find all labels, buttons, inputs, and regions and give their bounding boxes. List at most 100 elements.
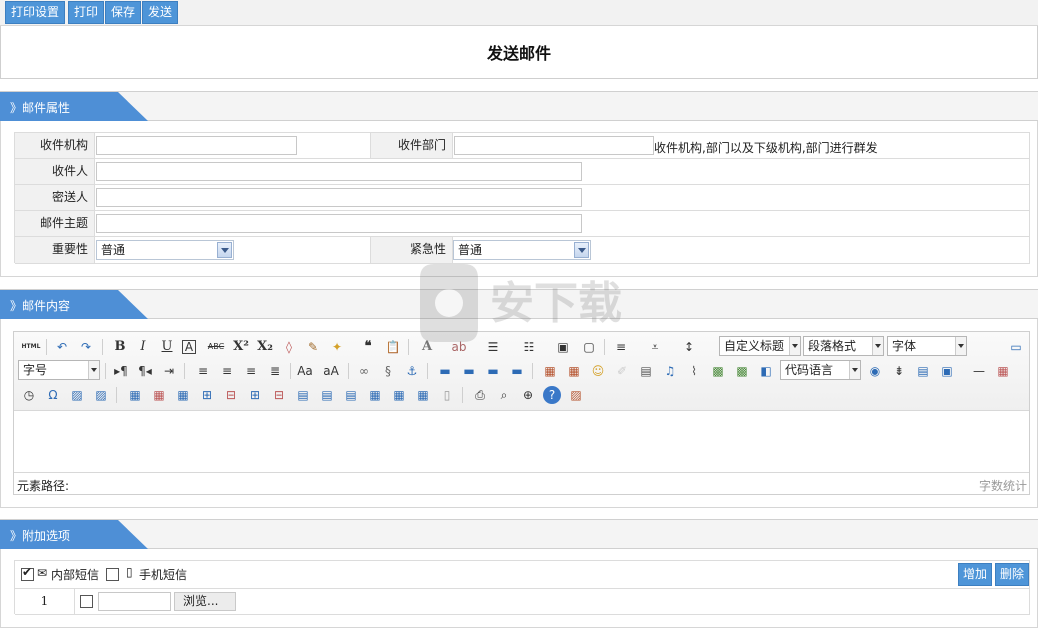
redo-icon[interactable]: ↷ xyxy=(77,338,95,356)
undo-icon[interactable]: ↶ xyxy=(53,338,71,356)
print-settings-button[interactable]: 打印设置 xyxy=(5,1,66,24)
delete-col-icon[interactable]: ⊟ xyxy=(270,386,288,404)
image-none-icon[interactable]: ▬ xyxy=(436,362,454,380)
code-language-select[interactable]: 代码语言 xyxy=(780,360,861,380)
mobile-sms-checkbox[interactable] xyxy=(106,568,119,581)
delete-table-icon[interactable]: ▦ xyxy=(150,386,168,404)
row-spacing-top-icon[interactable]: ≡ xyxy=(612,338,630,356)
save-button[interactable]: 保存 xyxy=(105,1,142,24)
link-icon[interactable]: ∞ xyxy=(355,362,373,380)
align-center-icon[interactable]: ≡ xyxy=(218,362,236,380)
subscript-icon[interactable]: X₂ xyxy=(256,338,274,356)
add-button[interactable]: 增加 xyxy=(958,563,993,586)
lowercase-icon[interactable]: aA xyxy=(322,362,340,380)
bold-icon[interactable]: B xyxy=(111,338,129,356)
attachment-icon[interactable]: ⌇ xyxy=(685,362,703,380)
importance-select[interactable]: 普通 xyxy=(96,240,234,260)
ltr-direction-icon[interactable]: ▸¶ xyxy=(112,362,130,380)
special-chars-icon[interactable]: Ω xyxy=(44,386,62,404)
bcc-input[interactable] xyxy=(96,188,582,207)
web-picture-icon[interactable]: ◉ xyxy=(866,362,884,380)
background-color-icon[interactable]: ab xyxy=(450,338,468,356)
superscript-icon[interactable]: X² xyxy=(232,338,250,356)
date-icon[interactable]: ▦ xyxy=(994,362,1012,380)
help-icon[interactable]: ? xyxy=(543,386,561,404)
paragraph-format-select[interactable]: 段落格式 xyxy=(803,336,884,356)
internal-sms-checkbox[interactable]: ✔ xyxy=(21,565,34,581)
file-path-input[interactable] xyxy=(98,592,171,611)
scrawl-icon[interactable]: ✐ xyxy=(613,362,631,380)
custom-heading-select[interactable]: 自定义标题 xyxy=(719,336,801,356)
anchor-icon[interactable]: ⚓ xyxy=(403,362,421,380)
subject-input[interactable] xyxy=(96,214,582,233)
split-to-rows-icon[interactable]: ▦ xyxy=(390,386,408,404)
underline-icon[interactable]: U xyxy=(158,338,176,356)
drafts-icon[interactable]: ▨ xyxy=(567,386,585,404)
browse-button[interactable]: 浏览... xyxy=(174,592,236,611)
align-right-icon[interactable]: ≡ xyxy=(242,362,260,380)
font-size-select[interactable]: 字号 xyxy=(18,360,100,380)
clear-doc-icon[interactable]: ▢ xyxy=(580,338,598,356)
insert-col-icon[interactable]: ⊞ xyxy=(246,386,264,404)
print-button[interactable]: 打印 xyxy=(68,1,105,24)
merge-cells-icon[interactable]: ▤ xyxy=(294,386,312,404)
font-border-icon[interactable]: A xyxy=(182,340,196,354)
insert-table-icon[interactable]: ▦ xyxy=(126,386,144,404)
insert-frame-icon[interactable]: ◧ xyxy=(757,362,775,380)
font-color-icon[interactable]: A xyxy=(418,338,436,356)
image-right-icon[interactable]: ▬ xyxy=(484,362,502,380)
merge-right-icon[interactable]: ▤ xyxy=(318,386,336,404)
ordered-list-icon[interactable]: ☰ xyxy=(484,338,502,356)
recipient-org-input[interactable] xyxy=(96,136,297,155)
print-icon[interactable]: ⎙ xyxy=(471,386,489,404)
time-icon[interactable]: ◷ xyxy=(20,386,38,404)
strikethrough-icon[interactable]: ABC xyxy=(205,338,227,356)
emotion-icon[interactable]: ☺ xyxy=(589,362,607,380)
html-source-icon[interactable]: HTML xyxy=(20,338,42,356)
indent-icon[interactable]: ⇥ xyxy=(160,362,178,380)
image-left-icon[interactable]: ▬ xyxy=(460,362,478,380)
unlink-icon[interactable]: § xyxy=(379,362,397,380)
row-spacing-bottom-icon[interactable]: ⩡ xyxy=(646,338,664,356)
draft-icon[interactable]: ▯ xyxy=(438,386,456,404)
google-map-icon[interactable]: ▩ xyxy=(733,362,751,380)
uppercase-icon[interactable]: Aa xyxy=(296,362,314,380)
image-center-icon[interactable]: ▬ xyxy=(508,362,526,380)
recipient-input[interactable] xyxy=(96,162,582,181)
rtl-direction-icon[interactable]: ¶◂ xyxy=(136,362,154,380)
word-image-icon[interactable]: ▨ xyxy=(92,386,110,404)
split-to-cells-icon[interactable]: ▦ xyxy=(366,386,384,404)
line-height-icon[interactable]: ↕ xyxy=(680,338,698,356)
preview-icon[interactable]: ⌕ xyxy=(495,386,513,404)
split-to-cols-icon[interactable]: ▦ xyxy=(414,386,432,404)
unordered-list-icon[interactable]: ☷ xyxy=(520,338,538,356)
horizontal-rule-icon[interactable]: — xyxy=(970,362,988,380)
select-all-icon[interactable]: ▣ xyxy=(554,338,572,356)
insert-video-icon[interactable]: ▤ xyxy=(637,362,655,380)
map-icon[interactable]: ▩ xyxy=(709,362,727,380)
urgency-select[interactable]: 普通 xyxy=(453,240,591,260)
row-checkbox[interactable] xyxy=(80,595,93,608)
recipient-dept-input[interactable] xyxy=(454,136,654,155)
insert-paragraph-before-table-icon[interactable]: ▦ xyxy=(174,386,192,404)
send-button[interactable]: 发送 xyxy=(142,1,179,24)
editor-content-area[interactable] xyxy=(14,411,1029,471)
background-icon[interactable]: ▣ xyxy=(938,362,956,380)
search-replace-icon[interactable]: ⊕ xyxy=(519,386,537,404)
eraser-icon[interactable]: ◊ xyxy=(280,338,298,356)
font-family-select[interactable]: 字体 xyxy=(887,336,967,356)
delete-button[interactable]: 删除 xyxy=(995,563,1029,586)
template-icon[interactable]: ▤ xyxy=(914,362,932,380)
fullscreen-icon[interactable]: ▭ xyxy=(1007,338,1025,356)
align-justify-icon[interactable]: ≣ xyxy=(266,362,284,380)
format-brush-icon[interactable]: ✎ xyxy=(304,338,322,356)
paste-plain-icon[interactable]: 📋 xyxy=(384,338,402,356)
music-icon[interactable]: ♫ xyxy=(661,362,679,380)
insert-image-icon[interactable]: ▦ xyxy=(565,362,583,380)
blockquote-icon[interactable]: ❝ xyxy=(359,338,377,356)
merge-down-icon[interactable]: ▤ xyxy=(342,386,360,404)
insert-row-icon[interactable]: ⊞ xyxy=(198,386,216,404)
italic-icon[interactable]: I xyxy=(134,338,152,356)
align-left-icon[interactable]: ≡ xyxy=(194,362,212,380)
auto-format-icon[interactable]: ✦ xyxy=(328,338,346,356)
